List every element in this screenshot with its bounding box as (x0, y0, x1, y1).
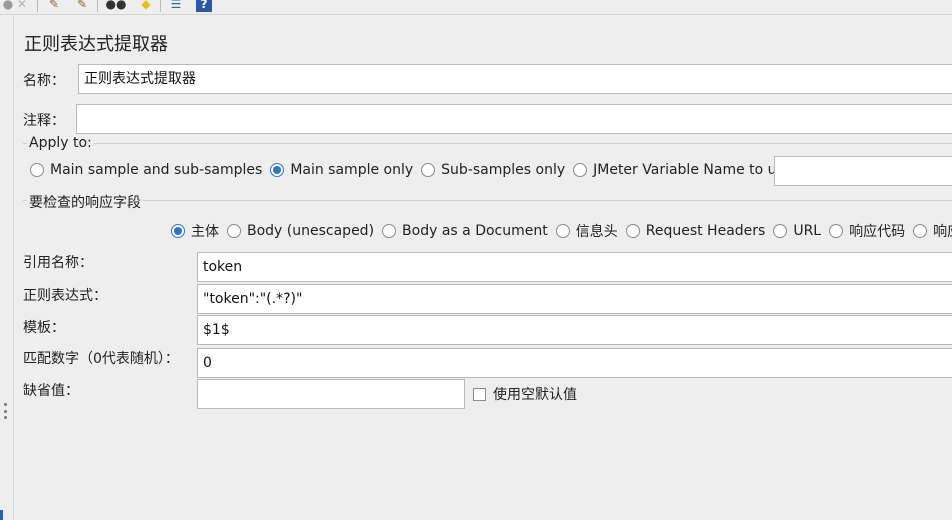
check-response-message-label: 响应信息 (933, 224, 952, 240)
binoculars-icon[interactable]: ●● (105, 0, 127, 12)
name-label: 名称： (23, 73, 65, 89)
check-url-label: URL (793, 223, 822, 239)
regex-input[interactable]: "token":"(.*?)" (197, 284, 952, 314)
apply-main-only-label: Main sample only (290, 162, 414, 178)
apply-to-legend: Apply to: (27, 135, 94, 151)
toolbar: ● ✕ ✎ ✎ ●● ◆ ☰ ? (0, 0, 952, 15)
apply-jmeter-variable-label: JMeter Variable Name to use (593, 162, 793, 178)
apply-sub-only-radio[interactable] (421, 163, 436, 177)
apply-jmeter-variable-radio[interactable] (573, 163, 588, 177)
splitter-grip[interactable] (4, 403, 8, 419)
check-response-message-radio[interactable] (913, 224, 928, 238)
function-helper-icon-glyph: ☰ (170, 0, 182, 11)
name-input[interactable]: 正则表达式提取器 (78, 64, 952, 94)
check-response-code-option[interactable]: 响应代码 (829, 221, 905, 241)
match-no-label: 匹配数字（0代表随机）： (23, 351, 179, 367)
toolbar-separator (37, 0, 38, 12)
use-empty-default-option[interactable]: 使用空默认值 (473, 384, 577, 404)
field-to-check-legend: 要检查的响应字段 (27, 192, 143, 212)
apply-main-only-radio[interactable] (270, 163, 285, 177)
function-helper-icon[interactable]: ☰ (168, 0, 184, 12)
jmeter-variable-name-input[interactable] (774, 156, 952, 186)
broom-all-icon-glyph: ✎ (76, 0, 88, 11)
check-body-option[interactable]: 主体 (171, 221, 219, 241)
check-request-headers-label: Request Headers (645, 223, 766, 239)
ref-name-label: 引用名称： (23, 255, 93, 271)
use-empty-default-checkbox[interactable] (473, 387, 486, 401)
apply-jmeter-variable-option[interactable]: JMeter Variable Name to use (573, 162, 792, 178)
broom-icon[interactable]: ✎ (46, 0, 62, 12)
broom-all-icon[interactable]: ✎ (74, 0, 90, 12)
broom-icon-glyph: ✎ (48, 0, 60, 11)
reset-search-icon[interactable]: ◆ (138, 0, 154, 12)
ref-name-input[interactable]: token (197, 252, 952, 282)
comment-input[interactable] (76, 104, 952, 134)
apply-to-border (23, 143, 952, 144)
field-to-check-options: 主体 Body (unescaped) Body as a Document 信… (171, 221, 952, 241)
tree-splitter[interactable] (0, 16, 14, 520)
template-input[interactable]: $1$ (197, 315, 952, 345)
check-body-unescaped-label: Body (unescaped) (247, 223, 375, 239)
check-response-code-radio[interactable] (829, 224, 844, 238)
check-body-document-option[interactable]: Body as a Document (382, 223, 548, 239)
stop-icon[interactable]: ✕ (14, 0, 30, 12)
default-value-input[interactable] (197, 379, 465, 409)
apply-to-options: Main sample and sub-samples Main sample … (30, 162, 800, 178)
check-url-option[interactable]: URL (773, 223, 821, 239)
check-body-radio[interactable] (171, 224, 185, 238)
match-no-input[interactable]: 0 (197, 348, 952, 378)
check-headers-radio[interactable] (555, 224, 570, 238)
check-body-unescaped-option[interactable]: Body (unescaped) (227, 223, 374, 239)
toolbar-separator (97, 0, 98, 12)
template-label: 模板： (23, 320, 65, 336)
check-body-label: 主体 (191, 224, 219, 240)
check-body-unescaped-radio[interactable] (227, 224, 241, 238)
page-title: 正则表达式提取器 (24, 34, 168, 55)
apply-main-and-sub-option[interactable]: Main sample and sub-samples (30, 162, 262, 178)
clear-icon-glyph: ● (2, 0, 14, 11)
comment-label: 注释： (23, 113, 65, 129)
use-empty-default-label: 使用空默认值 (493, 387, 577, 403)
check-headers-option[interactable]: 信息头 (555, 221, 618, 241)
check-request-headers-radio[interactable] (625, 224, 640, 238)
help-icon-glyph: ? (200, 0, 208, 11)
field-to-check-border (23, 200, 952, 201)
apply-main-only-option[interactable]: Main sample only (270, 162, 413, 178)
check-headers-label: 信息头 (575, 224, 618, 240)
check-response-message-option[interactable]: 响应信息 (913, 221, 952, 241)
reset-search-icon-glyph: ◆ (141, 0, 151, 11)
help-icon[interactable]: ? (196, 0, 212, 12)
binoculars-icon-glyph: ●● (105, 0, 127, 11)
check-response-code-label: 响应代码 (849, 224, 906, 240)
apply-main-and-sub-radio[interactable] (30, 163, 44, 177)
apply-sub-only-option[interactable]: Sub-samples only (421, 162, 565, 178)
apply-main-and-sub-label: Main sample and sub-samples (50, 162, 263, 178)
apply-sub-only-label: Sub-samples only (441, 162, 566, 178)
default-value-label: 缺省值： (23, 383, 79, 399)
toolbar-separator (160, 0, 161, 12)
stop-icon-glyph: ✕ (16, 0, 28, 11)
check-url-radio[interactable] (773, 224, 788, 238)
check-body-document-radio[interactable] (382, 224, 397, 238)
tree-panel-edge (0, 510, 3, 520)
check-body-document-label: Body as a Document (402, 223, 548, 239)
check-request-headers-option[interactable]: Request Headers (625, 223, 766, 239)
regex-label: 正则表达式： (23, 288, 107, 304)
